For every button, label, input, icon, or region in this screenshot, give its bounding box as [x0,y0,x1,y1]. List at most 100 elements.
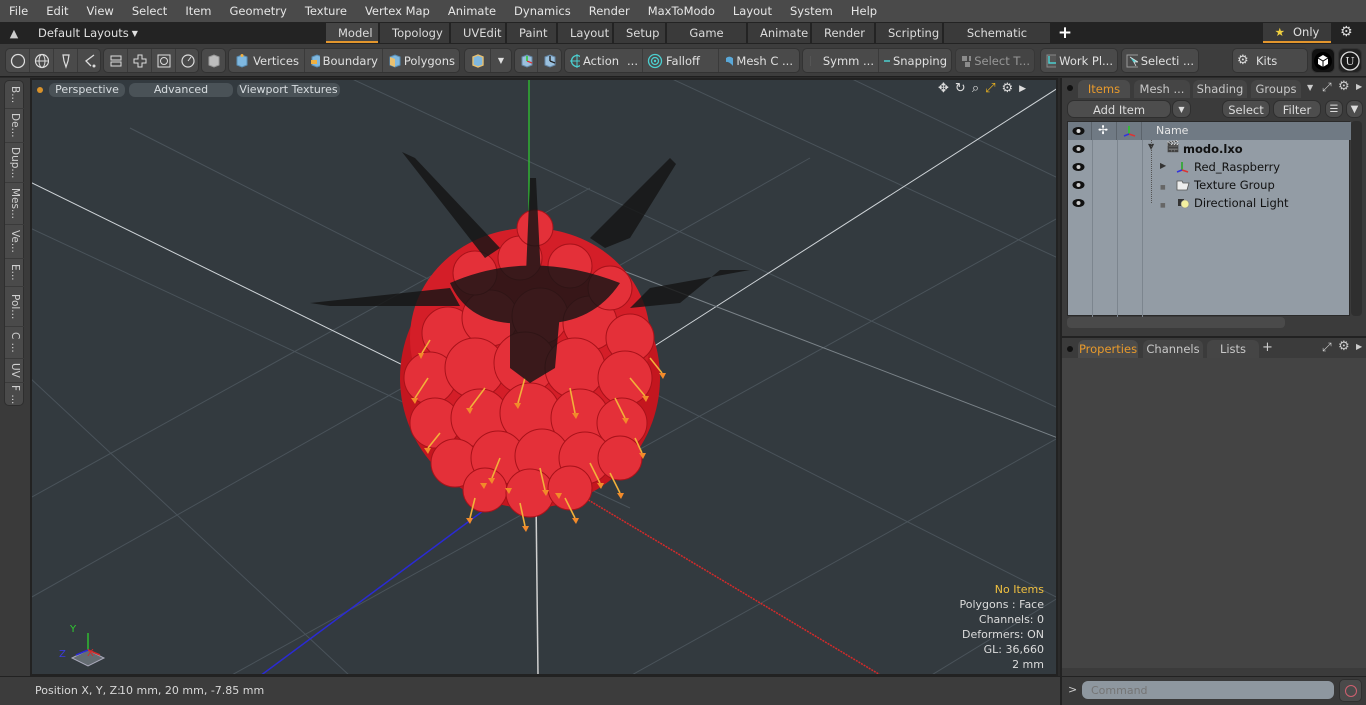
menu-dynamics[interactable]: Dynamics [505,0,580,22]
lock-column-header[interactable]: ✢ [1092,122,1117,140]
tab-mesh[interactable]: Mesh ... [1134,80,1190,98]
expand-triangle-icon[interactable]: ▶ [1160,161,1166,170]
add-item-dropdown-icon[interactable]: ▼ [1172,100,1191,118]
menu-file[interactable]: File [0,0,37,22]
tabs-dropdown-icon[interactable]: ▼ [1307,83,1313,92]
vtab-fusion[interactable]: F ... [5,383,25,407]
item-row-texture-group[interactable]: ■ Texture Group [1068,176,1351,194]
viewport-textures-button[interactable]: Viewport Textures [237,83,340,97]
vtab-curve[interactable]: C ... [5,327,25,359]
vtab-mesh-edit[interactable]: Mes... [5,183,25,225]
pan-icon[interactable]: ✥ [938,81,949,97]
select-through-button[interactable]: Select T... [956,49,1034,72]
boundary-button[interactable]: Boundary [305,49,383,72]
mesh-constraint-button[interactable]: Mesh C ... [719,49,797,72]
uv-unwrap-icon[interactable] [128,49,152,72]
add-tab-button[interactable]: + [1262,340,1273,355]
tab-scripting[interactable]: Scripting [876,23,942,43]
command-input[interactable] [1082,681,1334,699]
tab-items[interactable]: Items [1078,80,1130,98]
item-row-red-raspberry[interactable]: ▶ Red_Raspberry [1068,140,1351,203]
item-mode-cube-icon[interactable] [202,49,225,72]
unreal-button[interactable]: U [1338,48,1362,73]
tab-model[interactable]: Model [326,23,378,43]
item-list-hscrollbar[interactable] [1067,317,1285,328]
gear-icon[interactable]: ⚙ [1340,24,1353,40]
visibility-eye-icon[interactable] [1072,161,1085,173]
menu-animate[interactable]: Animate [439,0,505,22]
circle-select-icon[interactable] [6,49,30,72]
menu-item[interactable]: Item [176,0,220,22]
world-axes-icon[interactable] [515,49,538,72]
menu-render[interactable]: Render [580,0,639,22]
panel-arrow-icon[interactable]: ▶ [1356,82,1362,91]
filter-button[interactable]: Filter [1273,100,1321,118]
viewport-gear-icon[interactable]: ⚙ [1002,81,1014,97]
panel-dot-icon[interactable] [1067,346,1073,352]
only-toggle[interactable]: ★ Only [1263,23,1331,43]
expand-panel-icon[interactable]: ⤢ [1322,340,1332,355]
maximize-icon[interactable]: ⤢ [985,81,995,97]
select-button[interactable]: Select [1222,100,1270,118]
menu-select[interactable]: Select [123,0,176,22]
vtab-uv[interactable]: UV [5,359,25,383]
visibility-column-header[interactable] [1068,122,1092,140]
name-column-header[interactable]: Name [1142,122,1351,140]
tab-schematic-fusion[interactable]: Schematic Fusion [944,23,1050,60]
zoom-icon[interactable]: ⌕ [972,81,979,97]
menu-geometry[interactable]: Geometry [221,0,296,22]
add-item-button[interactable]: Add Item [1067,100,1171,118]
rotate-icon[interactable]: ↻ [955,81,966,97]
tab-game-tools[interactable]: Game Tools [667,23,746,60]
tab-topology[interactable]: Topology [380,23,449,43]
tab-animate[interactable]: Animate [748,23,810,43]
menu-maxtomodo[interactable]: MaxToModo [639,0,724,22]
menu-layout[interactable]: Layout [724,0,781,22]
play-arrow-icon[interactable]: ▶ [1019,81,1026,97]
vtab-deform[interactable]: De... [5,109,25,143]
falloff-button[interactable]: Falloff [643,49,719,72]
vtab-edge[interactable]: E... [5,259,25,287]
dial-icon[interactable] [176,49,200,72]
tab-lists[interactable]: Lists [1207,340,1259,358]
panel-gear-icon[interactable]: ⚙ [1338,339,1350,354]
kits-button[interactable]: ⚙ Kits [1233,49,1307,72]
tab-uvedit[interactable]: UVEdit [451,23,505,43]
polygons-button[interactable]: Polygons [383,49,459,72]
visibility-eye-icon[interactable] [1072,197,1085,209]
vtab-basic[interactable]: B... [5,81,25,109]
vtab-duplicate[interactable]: Dup... [5,143,25,183]
type-column-header[interactable] [1117,122,1142,140]
vtab-vertex[interactable]: Ve... [5,225,25,259]
menu-edit[interactable]: Edit [37,0,77,22]
menu-view[interactable]: View [78,0,123,22]
item-row-directional-light[interactable]: ■ Directional Light [1068,194,1351,212]
tab-groups[interactable]: Groups [1251,80,1301,98]
tab-paint[interactable]: Paint [507,23,556,43]
modo-cube-button[interactable] [1311,48,1335,73]
symmetry-button[interactable]: Symm ... [803,49,879,72]
record-button[interactable] [1339,679,1362,702]
tab-layout[interactable]: Layout [558,23,612,43]
perspective-button[interactable]: Perspective [49,83,125,97]
lasso-icon[interactable] [78,49,102,72]
panel-dot-icon[interactable] [1067,85,1073,91]
advanced-button[interactable]: Advanced [129,83,233,97]
tab-channels[interactable]: Channels [1143,340,1203,358]
expand-panel-icon[interactable]: ⤢ [1322,80,1332,95]
tab-render[interactable]: Render [812,23,874,43]
work-plane-button[interactable]: Work Pl... [1041,49,1117,72]
chevron-down-icon[interactable]: ▼ [491,49,511,72]
tab-setup[interactable]: Setup [614,23,665,43]
local-axes-icon[interactable] [538,49,561,72]
viewport-status-dot[interactable] [37,87,43,93]
action-center-button[interactable]: Action ... [565,49,643,72]
menu-system[interactable]: System [781,0,842,22]
menu-vertex-map[interactable]: Vertex Map [356,0,439,22]
panel-arrow-icon[interactable]: ▶ [1356,342,1362,351]
list-options-icon[interactable]: ☰ [1325,100,1343,118]
item-list-scrollbar[interactable] [1351,121,1362,316]
visibility-eye-icon[interactable] [1072,179,1085,191]
tab-shading[interactable]: Shading [1193,80,1247,98]
3d-viewport[interactable]: Y X Z Perspective Advanced Viewport Text… [30,78,1058,676]
